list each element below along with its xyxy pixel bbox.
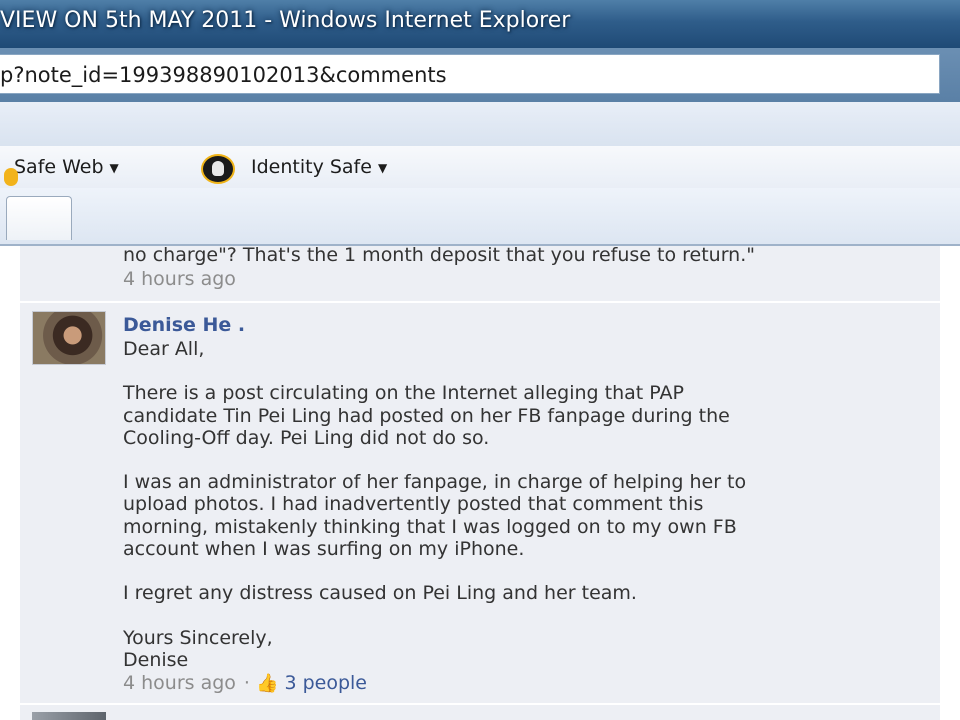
thumbs-up-icon[interactable]: 👍: [256, 673, 278, 694]
comment-meta: 4 hours ago · 👍 3 people: [123, 672, 367, 694]
tab-bar: [0, 188, 960, 246]
previous-comment-text: no charge"? That's the 1 month deposit t…: [123, 246, 755, 266]
safe-web-label: Safe Web: [14, 156, 104, 178]
likes-count[interactable]: 3 people: [284, 672, 367, 694]
norton-toolbar: Safe Web ▼ Identity Safe ▼: [0, 146, 960, 189]
new-tab-button[interactable]: [6, 196, 72, 240]
comment-divider: [20, 301, 940, 303]
comment-author[interactable]: Denise He .: [123, 314, 245, 336]
chevron-down-icon: ▼: [109, 160, 119, 175]
address-bar: p?note_id=199398890102013&comments: [0, 48, 960, 102]
window-title: VIEW ON 5th MAY 2011 - Windows Internet …: [0, 8, 571, 33]
url-text[interactable]: p?note_id=199398890102013&comments: [0, 63, 447, 87]
url-field[interactable]: p?note_id=199398890102013&comments: [0, 54, 940, 94]
meta-separator: ·: [243, 672, 250, 694]
identity-safe-button[interactable]: Identity Safe ▼: [251, 156, 387, 178]
chevron-down-icon: ▼: [377, 160, 388, 175]
comment-body: Dear All, There is a post circulating on…: [123, 338, 747, 671]
comment-timestamp[interactable]: 4 hours ago: [123, 672, 236, 694]
safe-web-icon: [4, 168, 18, 186]
safe-web-button[interactable]: Safe Web ▼: [4, 156, 119, 186]
window-titlebar: VIEW ON 5th MAY 2011 - Windows Internet …: [0, 0, 960, 49]
page-content: no charge"? That's the 1 month deposit t…: [0, 246, 960, 720]
comment-author-suffix: .: [237, 314, 246, 336]
identity-safe-label: Identity Safe: [251, 156, 372, 178]
previous-comment-timestamp[interactable]: 4 hours ago: [123, 268, 236, 290]
command-bar: [0, 102, 960, 147]
comment-divider: [20, 703, 940, 705]
avatar[interactable]: [32, 311, 106, 365]
comment-author-name[interactable]: Denise He: [123, 314, 231, 336]
identity-safe-icon[interactable]: [201, 154, 235, 184]
next-comment-avatar[interactable]: [32, 712, 106, 720]
